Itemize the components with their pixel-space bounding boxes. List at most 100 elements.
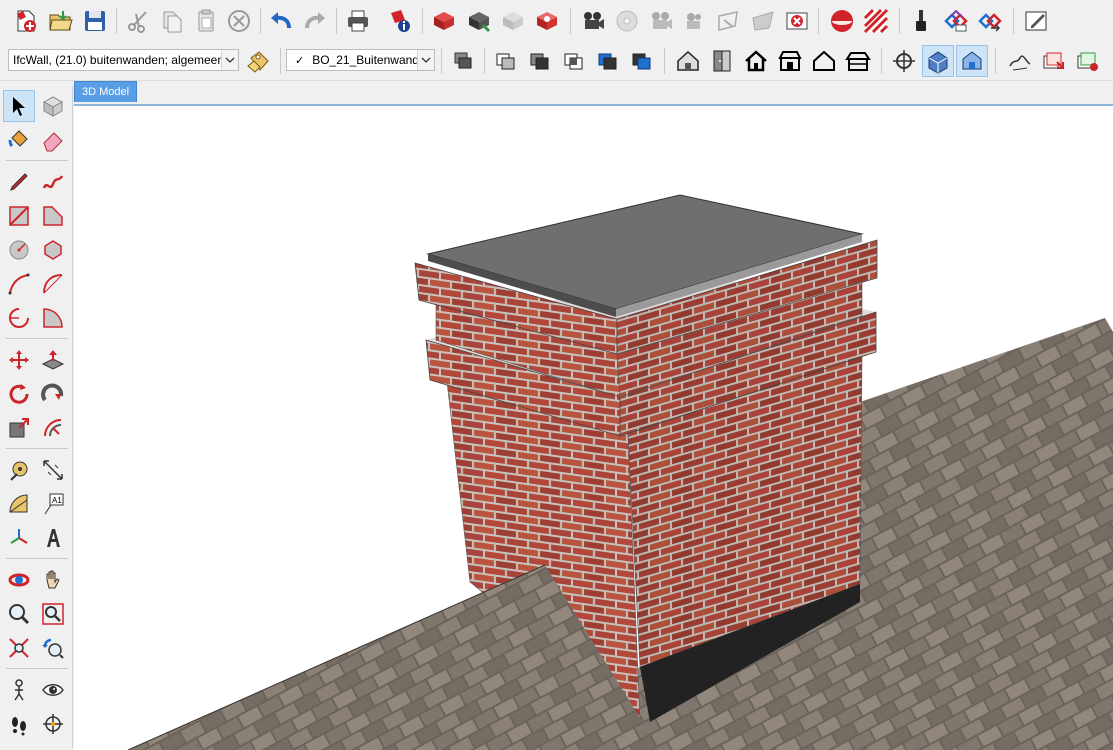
ifc-toolbar: IfcWall, (21.0) buitenwanden; algemeen ✓… (0, 42, 1113, 81)
union-button[interactable] (490, 45, 522, 77)
new-file-button[interactable] (10, 5, 42, 37)
brush-button[interactable] (905, 5, 937, 37)
layer-value: BO_21_Buitenwanden (312, 53, 417, 67)
freehand-tool[interactable] (37, 166, 69, 198)
rectangle-tool[interactable] (3, 200, 35, 232)
paste-button[interactable] (190, 5, 222, 37)
sandbox-button[interactable] (1004, 45, 1036, 77)
component-edit-button[interactable] (463, 5, 495, 37)
dimension-tool[interactable] (37, 454, 69, 486)
save-icon (85, 11, 105, 31)
iso-view-button[interactable] (922, 45, 954, 77)
style-sphere-icon (831, 10, 853, 32)
model-info-button[interactable] (384, 5, 416, 37)
subtract-button[interactable] (524, 45, 556, 77)
scale-tool[interactable] (3, 412, 35, 444)
paint-bucket-tool[interactable] (3, 124, 35, 156)
door-view-button[interactable] (706, 45, 738, 77)
open-file-button[interactable] (45, 5, 77, 37)
line-tool[interactable] (3, 166, 35, 198)
entity-type-dropdown[interactable]: IfcWall, (21.0) buitenwanden; algemeen (8, 49, 239, 71)
disc-button[interactable] (611, 5, 643, 37)
text-tool[interactable]: A1 (37, 488, 69, 520)
circle-tool[interactable] (3, 234, 35, 266)
classify-button[interactable] (242, 45, 274, 77)
rotated-rectangle-tool[interactable] (37, 200, 69, 232)
home-side-button[interactable] (842, 45, 874, 77)
house-view-button[interactable] (672, 45, 704, 77)
follow-me-tool[interactable] (37, 378, 69, 410)
chevron-down-icon[interactable] (221, 50, 238, 70)
split-button[interactable] (626, 45, 658, 77)
zoom-extents-tool[interactable] (3, 632, 35, 664)
undo-button[interactable] (265, 5, 297, 37)
model-viewport[interactable] (74, 104, 1113, 750)
three-point-arc-tool[interactable] (37, 268, 69, 300)
trim-icon (598, 53, 617, 70)
make-component-tool[interactable] (37, 90, 69, 122)
printer-icon (348, 10, 368, 32)
tab-3d-model[interactable]: 3D Model (74, 81, 138, 102)
3d-text-tool[interactable] (37, 522, 69, 554)
position-camera-tool[interactable] (3, 674, 35, 706)
component-red-icon (537, 12, 557, 30)
walk-tool[interactable] (3, 708, 35, 740)
intersect-button[interactable] (558, 45, 590, 77)
scale-icon (9, 418, 29, 438)
print-button[interactable] (342, 5, 374, 37)
style-button[interactable] (826, 5, 858, 37)
save-button[interactable] (79, 5, 111, 37)
offset-tool[interactable] (37, 412, 69, 444)
polygon-tool[interactable] (37, 234, 69, 266)
eraser-tool[interactable] (37, 124, 69, 156)
ifc-export-button[interactable] (974, 5, 1006, 37)
home-outline-button[interactable] (808, 45, 840, 77)
cut-button[interactable] (122, 5, 154, 37)
ifc-network-button[interactable] (940, 5, 972, 37)
axes-tool[interactable] (3, 522, 35, 554)
ifc-network-icon (944, 9, 968, 32)
orbit-tool[interactable] (3, 564, 35, 596)
arc-fill-tool[interactable] (37, 302, 69, 334)
erase-button[interactable] (223, 5, 255, 37)
tape-measure-tool[interactable] (3, 454, 35, 486)
move-tool[interactable] (3, 344, 35, 376)
home-top-button[interactable] (774, 45, 806, 77)
protractor-tool[interactable] (3, 488, 35, 520)
toolbar-separator (881, 48, 882, 74)
copy-button[interactable] (156, 5, 188, 37)
chevron-down-icon[interactable] (417, 50, 434, 70)
outer-shell-button[interactable] (447, 45, 479, 77)
pie-tool[interactable] (3, 302, 35, 334)
component-red-button[interactable] (531, 5, 563, 37)
previous-view-tool[interactable] (37, 632, 69, 664)
component-grey-button[interactable] (497, 5, 529, 37)
camera-grey-button[interactable] (645, 5, 677, 37)
arc-tool[interactable] (3, 268, 35, 300)
person-icon (14, 679, 24, 701)
push-pull-tool[interactable] (37, 344, 69, 376)
trim-button[interactable] (592, 45, 624, 77)
target-button[interactable] (888, 45, 920, 77)
hatch-button[interactable] (860, 5, 892, 37)
layers-export-button[interactable] (1038, 45, 1070, 77)
wire-view-button[interactable] (956, 45, 988, 77)
zoom-tool[interactable] (3, 598, 35, 630)
home-front-button[interactable] (740, 45, 772, 77)
edit-property-button[interactable] (1020, 5, 1052, 37)
pan-tool[interactable] (37, 564, 69, 596)
select-tool[interactable] (3, 90, 35, 122)
section-plane-button[interactable] (713, 5, 745, 37)
section-plane-tool[interactable] (37, 708, 69, 740)
look-around-tool[interactable] (37, 674, 69, 706)
camera-grey2-button[interactable] (679, 5, 711, 37)
zoom-window-tool[interactable] (37, 598, 69, 630)
camera-button[interactable] (577, 5, 609, 37)
section-fill-button[interactable] (747, 5, 779, 37)
layer-dropdown[interactable]: ✓ BO_21_Buitenwanden (286, 49, 435, 71)
components-button[interactable] (428, 5, 460, 37)
section-cut-button[interactable] (781, 5, 813, 37)
redo-button[interactable] (299, 5, 331, 37)
rotate-tool[interactable] (3, 378, 35, 410)
layers-import-button[interactable] (1072, 45, 1104, 77)
